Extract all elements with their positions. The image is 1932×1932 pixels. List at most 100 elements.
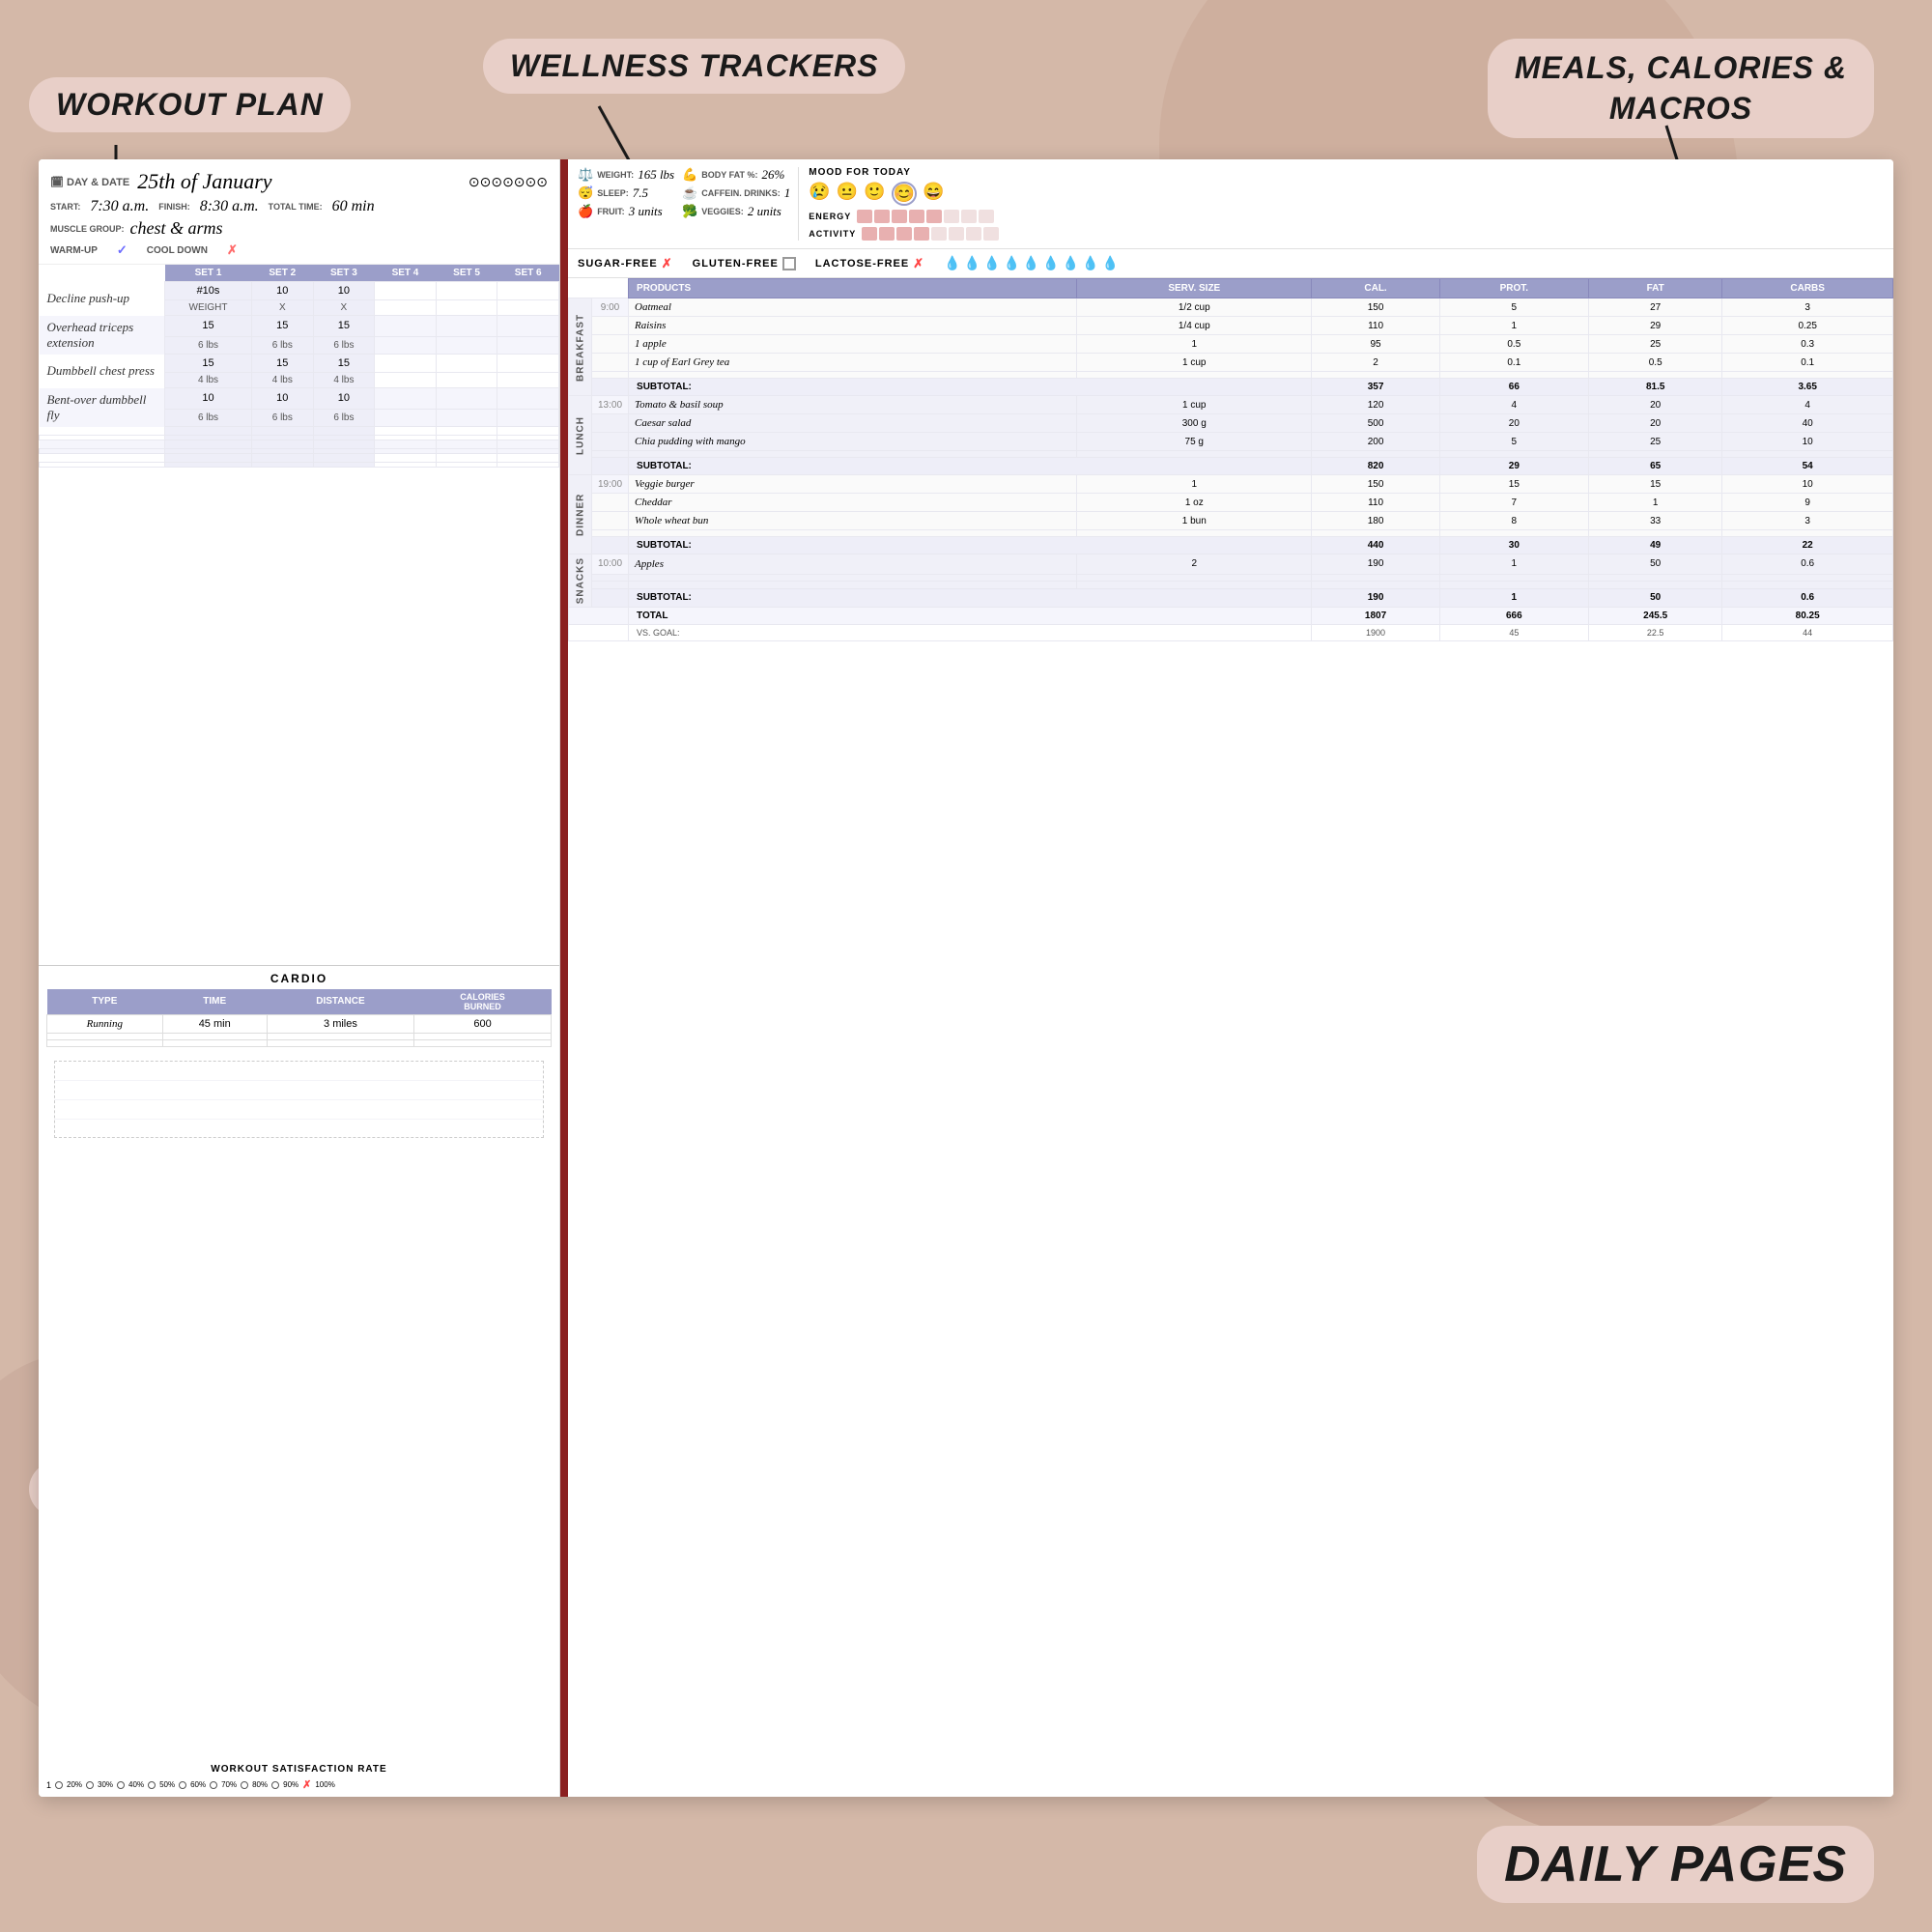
satisfaction-section: WORKOUT SATISFACTION RATE 1 20% 30% 40% … xyxy=(39,1760,559,1797)
activity-row: ACTIVITY xyxy=(809,227,999,241)
mood-emoji-4-selected[interactable]: 😊 xyxy=(892,182,917,206)
finish-label: FINISH: xyxy=(158,202,190,212)
breakfast-subtotal: SUBTOTAL: 357 66 81.5 3.65 xyxy=(569,379,1893,396)
exercise-name: Bent-over dumbbell fly xyxy=(40,388,165,427)
cardio-calories: 600 xyxy=(414,1014,552,1033)
warmup-check: ✓ xyxy=(117,242,128,258)
exercise-name: Dumbbell chest press xyxy=(40,355,165,388)
mood-emoji-3[interactable]: 🙂 xyxy=(864,182,885,206)
mood-emoji-5[interactable]: 😄 xyxy=(923,182,944,206)
muscle-label: MUSCLE GROUP: xyxy=(50,224,125,234)
meals-table: PRODUCTS SERV. SIZE CAL. PROT. FAT CARBS… xyxy=(568,278,1893,641)
snacks-time: 10:00 xyxy=(592,554,629,575)
sugar-free-icon: ✗ xyxy=(662,256,673,271)
table-row: Overhead triceps extension 15 15 15 xyxy=(40,316,559,337)
weight-cell: WEIGHT xyxy=(165,300,252,316)
total-cal: 1807 xyxy=(1312,608,1439,625)
dinner-row-2: Cheddar 1 oz 110 7 1 9 xyxy=(569,494,1893,512)
breakfast-row-1: BREAKFAST 9:00 Oatmeal 1/2 cup 150 5 27 … xyxy=(569,298,1893,317)
lactose-free-label: LACTOSE-FREE xyxy=(815,258,909,270)
muscle-value: chest & arms xyxy=(130,218,223,239)
set-header-1: SET 1 xyxy=(165,265,252,282)
set-header-2: SET 2 xyxy=(252,265,314,282)
col-cal: CAL. xyxy=(1312,279,1439,298)
sat-dot xyxy=(55,1781,63,1789)
col-fat: FAT xyxy=(1589,279,1722,298)
table-row-empty xyxy=(40,462,559,467)
col-serving: SERV. SIZE xyxy=(1077,279,1312,298)
veggie-icon: 🥦 xyxy=(682,204,697,219)
lactose-free-icon: ✗ xyxy=(913,256,924,271)
total-label: TOTAL TIME: xyxy=(269,202,323,212)
gluten-free-label: GLUTEN-FREE xyxy=(693,258,779,270)
snack-row-1: SNACKS 10:00 Apples 2 190 1 50 0.6 xyxy=(569,554,1893,575)
snack-empty xyxy=(569,582,1893,589)
exercise-name: Decline push-up xyxy=(40,282,165,316)
cardio-row: Running 45 min 3 miles 600 xyxy=(47,1014,552,1033)
fruit-value: 3 units xyxy=(629,204,663,219)
mood-emoji-2[interactable]: 😐 xyxy=(837,182,858,206)
table-row: Bent-over dumbbell fly 10 10 10 xyxy=(40,388,559,410)
breakfast-label: BREAKFAST xyxy=(569,298,592,396)
caffeine-value: 1 xyxy=(784,185,791,201)
label-meals: MEALS, CALORIES &MACROS xyxy=(1488,39,1874,138)
vs-goal-row: VS. GOAL: 1900 45 22.5 44 xyxy=(569,625,1893,641)
spine xyxy=(560,159,568,1797)
set-cell: #10s xyxy=(165,282,252,300)
lunch-label: LUNCH xyxy=(569,396,592,475)
notes-container xyxy=(39,1053,559,1761)
mood-title: MOOD FOR TODAY xyxy=(809,167,999,178)
sugar-free-label: SUGAR-FREE xyxy=(578,258,658,270)
cardio-type: Running xyxy=(47,1014,163,1033)
mood-section: MOOD FOR TODAY 😢 😐 🙂 😊 😄 ENERGY xyxy=(798,167,999,241)
energy-label: ENERGY xyxy=(809,212,851,221)
finish-time: 8:30 a.m. xyxy=(200,198,259,215)
start-label: START: xyxy=(50,202,80,212)
stat-weight: ⚖️ WEIGHT: 165 lbs xyxy=(578,167,674,183)
breakfast-row-3: 1 apple 1 95 0.5 25 0.3 xyxy=(569,335,1893,354)
table-row: Decline push-up #10s 10 10 xyxy=(40,282,559,300)
mood-icons: 😢 😐 🙂 😊 😄 xyxy=(809,182,999,206)
cardio-distance: 3 miles xyxy=(267,1014,413,1033)
table-row: Dumbbell chest press 15 15 15 xyxy=(40,355,559,373)
gluten-free-checkbox xyxy=(782,257,796,270)
dinner-label: DINNER xyxy=(569,475,592,554)
sleep-value: 7.5 xyxy=(633,185,648,201)
left-header: 🗓 DAY & DATE 25th of January ⊙⊙⊙⊙⊙⊙⊙ STA… xyxy=(39,159,559,265)
journal-spread: 🗓 DAY & DATE 25th of January ⊙⊙⊙⊙⊙⊙⊙ STA… xyxy=(39,159,1893,1797)
satisfaction-bar: 1 20% 30% 40% 50% 60% 70% 80% 90% ✗ 100% xyxy=(46,1778,552,1791)
sugar-free: SUGAR-FREE ✗ xyxy=(578,256,673,271)
goal-cal: 1900 xyxy=(1312,625,1439,641)
label-workout: WORKOUT PLAN xyxy=(29,77,351,132)
lunch-empty xyxy=(569,451,1893,458)
goal-fat: 22.5 xyxy=(1589,625,1722,641)
meals-table-wrap: PRODUCTS SERV. SIZE CAL. PROT. FAT CARBS… xyxy=(568,278,1893,1797)
set-header-5: SET 5 xyxy=(436,265,497,282)
cardio-time: 45 min xyxy=(162,1014,267,1033)
right-page: ⚖️ WEIGHT: 165 lbs 😴 SLEEP: 7.5 🍎 FRUIT:… xyxy=(560,159,1893,1797)
set-header-6: SET 6 xyxy=(497,265,559,282)
total-carbs: 80.25 xyxy=(1722,608,1893,625)
col-products: PRODUCTS xyxy=(629,279,1077,298)
total-prot: 666 xyxy=(1439,608,1588,625)
cardio-col-type: TYPE xyxy=(47,989,163,1015)
dinner-row-3: Whole wheat bun 1 bun 180 8 33 3 xyxy=(569,512,1893,530)
breakfast-empty xyxy=(569,372,1893,379)
breakfast-time: 9:00 xyxy=(592,298,629,317)
water-tracker: 💧 💧 💧 💧 💧 💧 💧 💧 💧 xyxy=(944,255,1120,271)
snacks-label: SNACKS xyxy=(569,554,592,608)
satisfaction-title: WORKOUT SATISFACTION RATE xyxy=(46,1764,552,1775)
total-row: TOTAL 1807 666 245.5 80.25 xyxy=(569,608,1893,625)
mood-emoji-1[interactable]: 😢 xyxy=(809,182,830,206)
breakfast-row-4: 1 cup of Earl Grey tea 1 cup 2 0.1 0.5 0… xyxy=(569,354,1893,372)
sat-x-mark: ✗ xyxy=(302,1778,311,1791)
table-row-empty xyxy=(40,453,559,462)
cardio-col-calories: CALORIESBURNED xyxy=(414,989,552,1015)
col-carbs: CARBS xyxy=(1722,279,1893,298)
set-header-3: SET 3 xyxy=(313,265,375,282)
right-header: ⚖️ WEIGHT: 165 lbs 😴 SLEEP: 7.5 🍎 FRUIT:… xyxy=(568,159,1893,249)
dinner-subtotal: SUBTOTAL: 440 30 49 22 xyxy=(569,537,1893,554)
cardio-row-empty xyxy=(47,1033,552,1039)
label-wellness: WELLNESS TRACKERS xyxy=(483,39,905,94)
start-time: 7:30 a.m. xyxy=(90,198,149,215)
